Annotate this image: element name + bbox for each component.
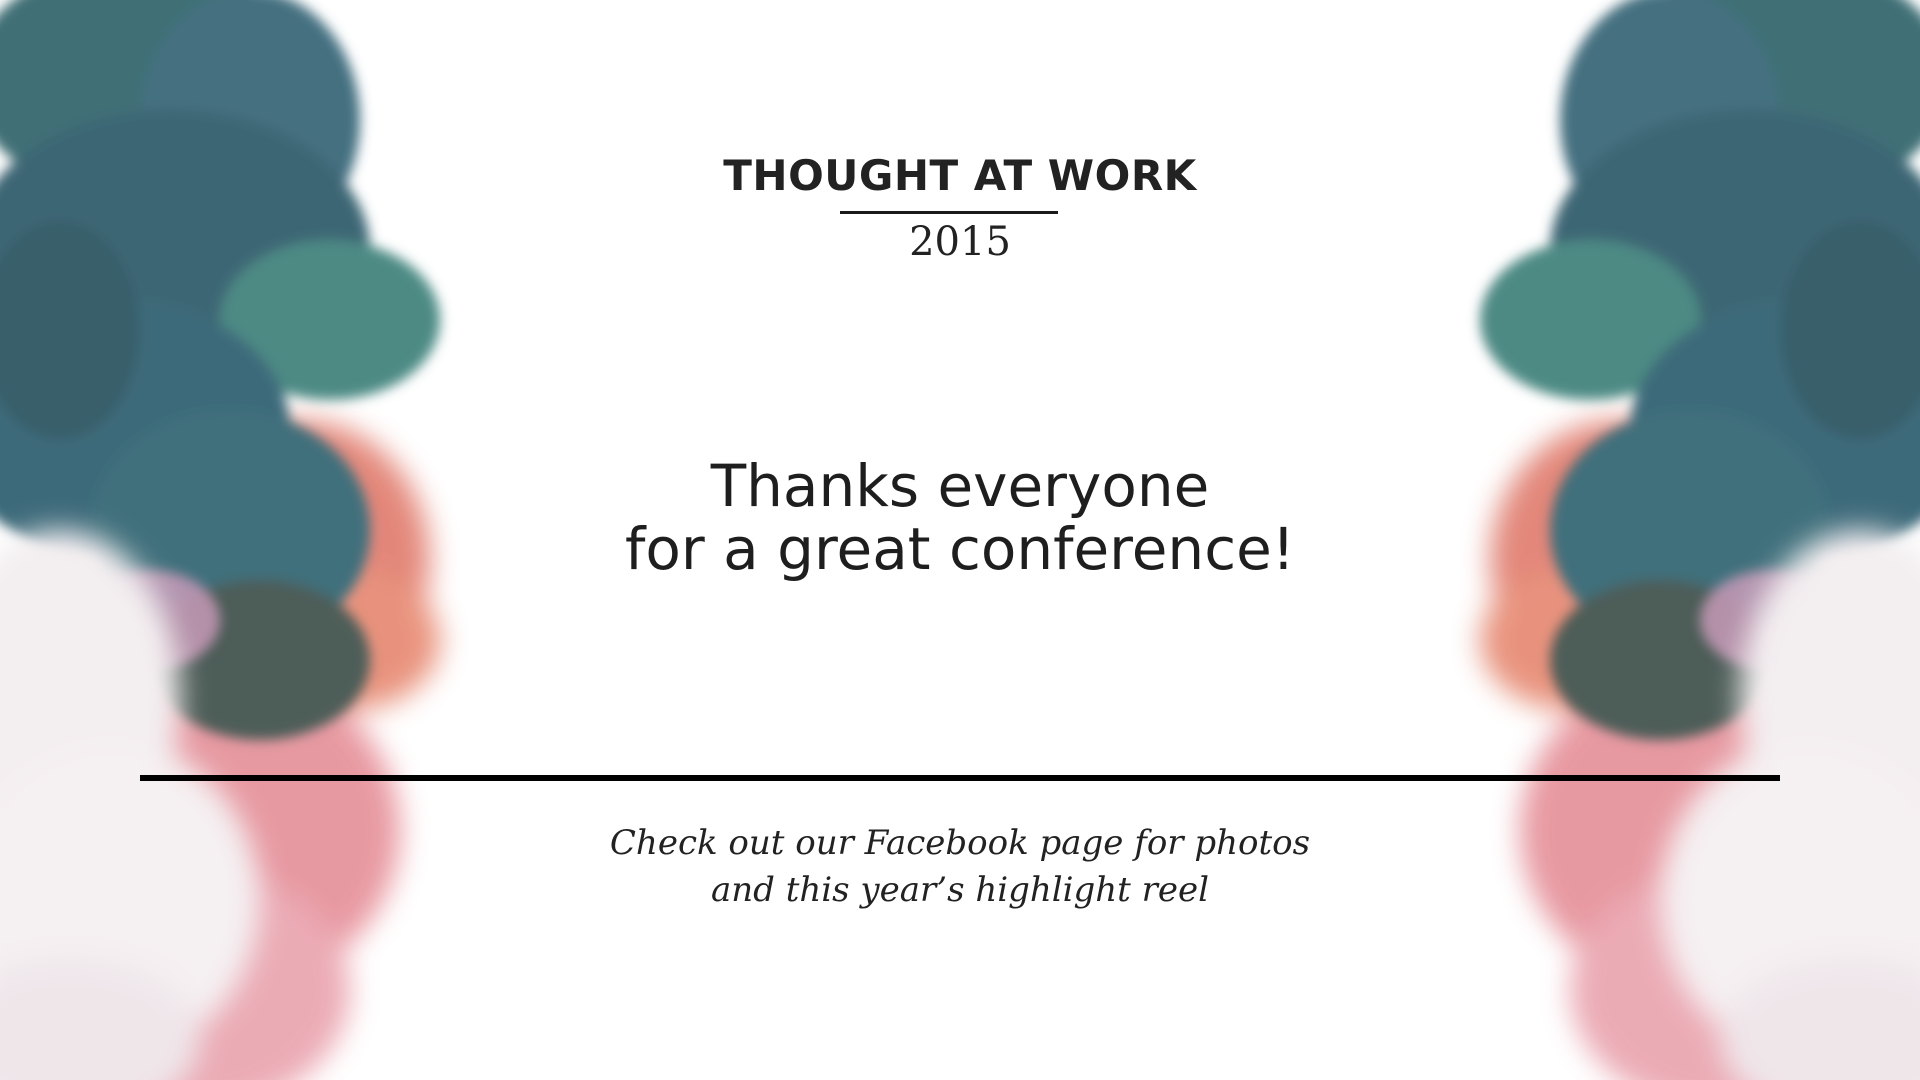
divider-line [140, 775, 1780, 781]
headline-line-1: Thanks everyone [710, 452, 1210, 520]
footer-note: Check out our Facebook page for photos a… [0, 820, 1920, 914]
slide: THOUGHT AT WORK 2015 Thanks everyone for… [0, 0, 1920, 1080]
brand-year: 2015 [909, 219, 1011, 265]
footer-note-line-1: Check out our Facebook page for photos [609, 823, 1311, 863]
headline: Thanks everyone for a great conference! [0, 455, 1920, 581]
headline-line-2: for a great conference! [624, 515, 1296, 583]
brand-title: THOUGHT AT WORK [723, 151, 1197, 200]
brand-underline [840, 211, 1058, 214]
footer-note-line-2: and this year’s highlight reel [710, 870, 1210, 910]
